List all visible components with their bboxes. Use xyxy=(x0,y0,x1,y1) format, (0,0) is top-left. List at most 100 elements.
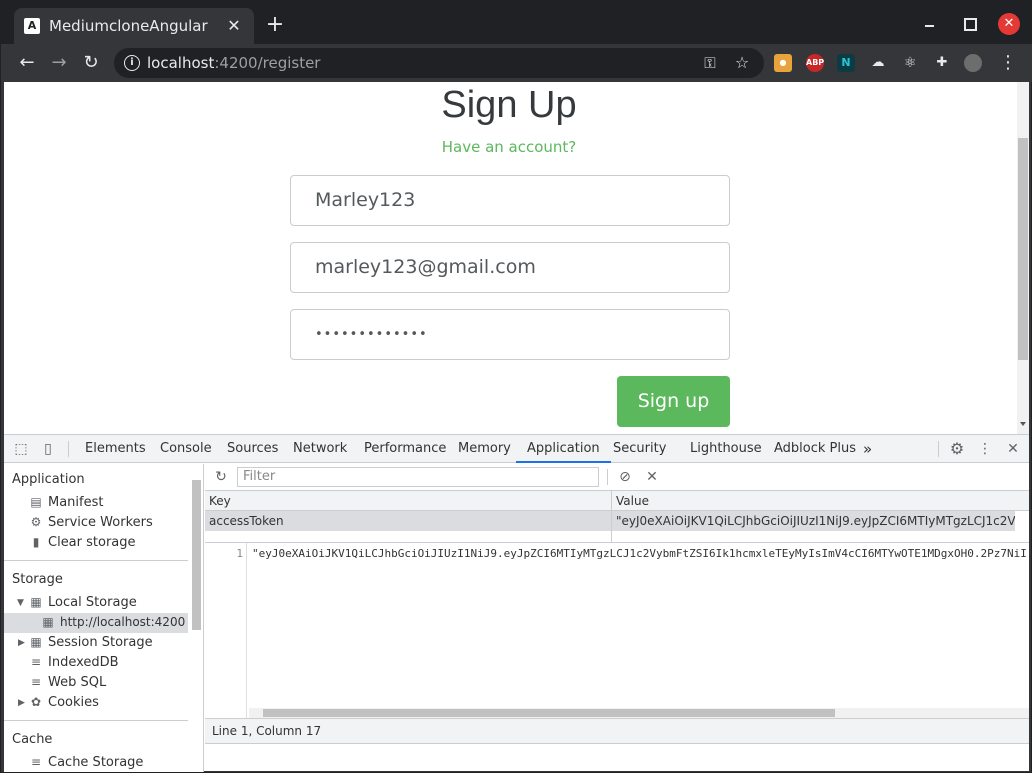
trash-icon: ▮ xyxy=(32,535,40,549)
inspect-element-icon[interactable]: ⬚ xyxy=(11,439,31,459)
sidebar-item-indexeddb[interactable]: ≡ IndexedDB xyxy=(29,655,119,670)
tab-sources[interactable]: Sources xyxy=(227,435,278,463)
sidebar-item-cache-storage[interactable]: ≡ Cache Storage xyxy=(29,755,143,770)
tab-security[interactable]: Security xyxy=(613,435,666,463)
status-bar: Line 1, Column 17 xyxy=(205,718,1029,744)
sidebar-scrollbar[interactable] xyxy=(191,464,203,772)
preview-horizontal-scrollbar[interactable] xyxy=(249,708,1029,718)
window-close-icon[interactable]: ✕ xyxy=(998,13,1020,35)
sidebar-item-local-storage[interactable]: ▦ Local Storage xyxy=(29,595,136,610)
minimize-icon[interactable] xyxy=(919,13,939,33)
browser-toolbar: ← → ↻ i localhost:4200/register ⚿ ☆ ● AB… xyxy=(1,44,1032,82)
profile-avatar[interactable] xyxy=(964,54,982,72)
cookie-extension-icon[interactable]: ● xyxy=(774,54,792,72)
sidebar-item-web-sql[interactable]: ≡ Web SQL xyxy=(29,675,106,690)
storage-filter-bar: ↻ Filter ⊘ ✕ xyxy=(205,464,1029,491)
column-divider xyxy=(611,491,612,543)
nx-extension-icon[interactable]: N xyxy=(837,54,855,72)
sidebar-heading-storage: Storage xyxy=(12,572,63,587)
star-icon[interactable]: ☆ xyxy=(730,51,754,75)
password-field[interactable]: ••••••••••••• xyxy=(290,309,730,360)
settings-gear-icon[interactable]: ⚙ xyxy=(947,439,967,459)
close-devtools-icon[interactable]: ✕ xyxy=(1003,439,1023,459)
tab-memory[interactable]: Memory xyxy=(458,435,511,463)
email-field[interactable]: marley123@gmail.com xyxy=(290,242,730,293)
delete-selected-icon[interactable]: ✕ xyxy=(642,467,662,487)
browser-tab[interactable]: A MediumcloneAngular ✕ xyxy=(14,8,254,44)
sidebar-item-manifest[interactable]: ▤ Manifest xyxy=(29,495,103,510)
sidebar-item-session-storage[interactable]: ▦ Session Storage xyxy=(29,635,152,650)
grid-icon: ▦ xyxy=(30,595,42,609)
value-preview: 1 "eyJ0eXAiOiJKV1QiLCJhbGciOiJIUzI1NiJ9.… xyxy=(205,543,1029,718)
react-extension-icon[interactable]: ⚛ xyxy=(901,54,919,72)
tab-elements[interactable]: Elements xyxy=(85,435,146,463)
storage-main: ↻ Filter ⊘ ✕ Key Value accessToken "eyJ0… xyxy=(205,464,1029,772)
grid-icon: ▦ xyxy=(30,635,42,649)
tab-performance[interactable]: Performance xyxy=(364,435,446,463)
reload-icon[interactable]: ↻ xyxy=(79,51,103,75)
username-field[interactable]: Marley123 xyxy=(290,175,730,226)
tab-application[interactable]: Application xyxy=(516,435,611,463)
sidebar-heading-cache: Cache xyxy=(12,732,53,747)
expanded-arrow-icon[interactable]: ▼ xyxy=(17,598,24,608)
url-text[interactable]: localhost:4200/register xyxy=(147,54,320,72)
row-key-cell[interactable]: accessToken xyxy=(205,511,611,531)
tab-title: MediumcloneAngular xyxy=(49,17,208,35)
have-account-link[interactable]: Have an account? xyxy=(4,138,1014,156)
sidebar-scrollbar-thumb[interactable] xyxy=(192,480,201,630)
database-icon: ≡ xyxy=(30,755,42,769)
page-title: Sign Up xyxy=(441,84,577,126)
device-toolbar-icon[interactable]: ▯ xyxy=(38,439,58,459)
maximize-icon[interactable] xyxy=(959,13,979,33)
collapsed-arrow-icon[interactable]: ▶ xyxy=(18,638,25,648)
gear-icon: ⚙ xyxy=(30,515,42,529)
sidebar-heading-application: Application xyxy=(12,472,85,487)
value-column-header[interactable]: Value xyxy=(612,491,1029,511)
line-number: 1 xyxy=(236,547,243,560)
back-arrow-icon[interactable]: ← xyxy=(15,51,39,75)
extensions-puzzle-icon[interactable]: ✚ xyxy=(933,54,951,72)
sign-up-button[interactable]: Sign up xyxy=(617,376,730,427)
scroll-down-arrow-icon[interactable] xyxy=(1020,422,1026,426)
value-code-text[interactable]: "eyJ0eXAiOiJKV1QiLCJhbGciOiJIUzI1NiJ9.ey… xyxy=(252,547,1027,560)
adblock-plus-extension-icon[interactable]: ABP xyxy=(806,54,824,72)
cloud-extension-icon[interactable]: ☁ xyxy=(869,54,887,72)
browser-window: A MediumcloneAngular ✕ + ✕ ← → ↻ i local… xyxy=(0,0,1032,773)
devtools-menu-icon[interactable]: ⋮ xyxy=(975,439,995,459)
filter-input[interactable]: Filter xyxy=(237,467,599,487)
tab-close-icon[interactable]: ✕ xyxy=(224,16,244,36)
sidebar-item-service-workers[interactable]: ⚙ Service Workers xyxy=(29,515,153,530)
address-bar[interactable]: i localhost:4200/register ⚿ ☆ xyxy=(114,48,764,78)
page-scrollbar[interactable] xyxy=(1017,82,1029,434)
devtools-panel: ⬚ ▯ Elements Console Sources Network Per… xyxy=(4,434,1029,772)
sidebar-item-cookies[interactable]: ✿ Cookies xyxy=(29,695,99,710)
application-sidebar: Application ▤ Manifest ⚙ Service Workers ▮… xyxy=(4,464,204,772)
tab-strip: A MediumcloneAngular ✕ + ✕ xyxy=(1,1,1032,44)
preview-scrollbar-thumb[interactable] xyxy=(263,709,835,717)
forward-arrow-icon[interactable]: → xyxy=(47,51,71,75)
tab-network[interactable]: Network xyxy=(293,435,347,463)
collapsed-arrow-icon[interactable]: ▶ xyxy=(18,698,25,708)
sidebar-item-clear-storage[interactable]: ▮ Clear storage xyxy=(29,535,136,550)
toolbar-divider xyxy=(68,441,69,457)
angular-favicon-icon: A xyxy=(24,18,40,34)
tab-lighthouse[interactable]: Lighthouse xyxy=(690,435,762,463)
key-icon[interactable]: ⚿ xyxy=(698,51,722,75)
key-column-header[interactable]: Key xyxy=(205,491,611,511)
sidebar-item-local-origin[interactable]: ▦ http://localhost:4200 xyxy=(41,615,185,629)
tab-console[interactable]: Console xyxy=(160,435,212,463)
browser-menu-icon[interactable]: ⋮ xyxy=(996,51,1020,75)
document-icon: ▤ xyxy=(30,495,42,509)
new-tab-icon[interactable]: + xyxy=(263,13,287,37)
more-tabs-icon[interactable]: » xyxy=(863,435,872,463)
devtools-tab-bar: ⬚ ▯ Elements Console Sources Network Per… xyxy=(4,435,1029,463)
site-info-icon[interactable]: i xyxy=(124,55,140,71)
tab-adblock-plus[interactable]: Adblock Plus xyxy=(774,435,856,463)
storage-table: Key Value accessToken "eyJ0eXAiOiJKV1QiL… xyxy=(205,491,1029,543)
refresh-icon[interactable]: ↻ xyxy=(211,467,231,487)
page-scrollbar-thumb[interactable] xyxy=(1018,138,1028,360)
web-page: Sign Up Have an account? Marley123 marle… xyxy=(4,82,1029,434)
clear-all-icon[interactable]: ⊘ xyxy=(615,467,635,487)
row-value-cell[interactable]: "eyJ0eXAiOiJKV1QiLCJhbGciOiJIUzI1NiJ9.ey… xyxy=(612,511,1015,531)
database-icon: ≡ xyxy=(30,675,42,689)
